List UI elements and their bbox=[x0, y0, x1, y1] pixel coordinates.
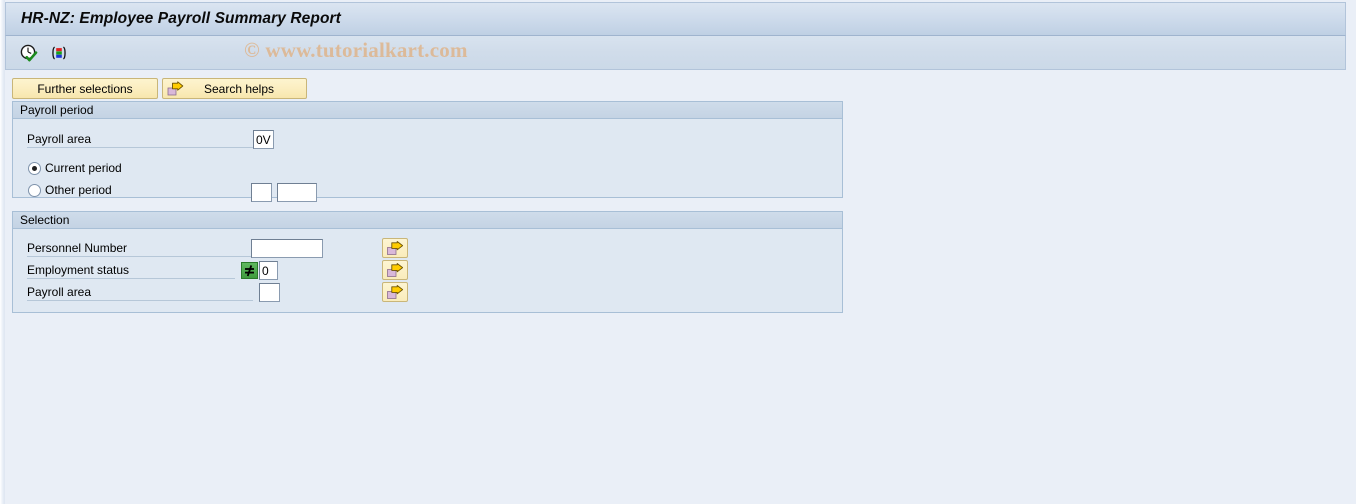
employment-status-input[interactable] bbox=[259, 261, 278, 280]
payroll-period-group: Payroll period Payroll area Current peri… bbox=[12, 101, 843, 202]
other-period-radio[interactable] bbox=[28, 183, 41, 197]
further-selections-label: Further selections bbox=[37, 81, 133, 96]
other-period-input-2[interactable] bbox=[277, 183, 317, 202]
selection-group-title: Selection bbox=[20, 213, 70, 227]
page-title: HR-NZ: Employee Payroll Summary Report bbox=[21, 10, 341, 27]
employment-status-label: Employment status bbox=[27, 262, 235, 279]
variant-selection-icon[interactable] bbox=[48, 42, 70, 64]
employment-status-operator-button[interactable] bbox=[241, 262, 258, 279]
selection-payroll-area-label: Payroll area bbox=[27, 284, 253, 301]
current-period-radio-row[interactable]: Current period bbox=[28, 161, 122, 175]
selection-button-row: Further selections Search helps bbox=[12, 78, 307, 99]
payroll-period-group-title: Payroll period bbox=[20, 103, 94, 117]
table-row: Payroll area bbox=[27, 284, 253, 301]
further-selections-button[interactable]: Further selections bbox=[12, 78, 158, 99]
payroll-area-input[interactable] bbox=[253, 130, 274, 149]
application-toolbar bbox=[5, 36, 1346, 70]
multiple-selection-arrow-icon bbox=[386, 284, 404, 300]
multiple-selection-arrow-icon bbox=[386, 262, 404, 278]
payroll-period-group-header: Payroll period bbox=[13, 102, 842, 119]
selection-payroll-area-multiple-selection-button[interactable] bbox=[382, 282, 408, 302]
current-period-radio[interactable] bbox=[28, 161, 41, 175]
payroll-area-label: Payroll area bbox=[27, 131, 253, 148]
current-period-label: Current period bbox=[45, 161, 122, 175]
search-helps-button[interactable]: Search helps bbox=[162, 78, 307, 99]
table-row: Employment status bbox=[27, 262, 235, 279]
personnel-number-input[interactable] bbox=[251, 239, 323, 258]
search-helps-arrow-icon bbox=[163, 80, 184, 97]
search-helps-label: Search helps bbox=[203, 81, 275, 96]
table-row: Personnel Number bbox=[27, 240, 253, 257]
selection-group-header: Selection bbox=[13, 212, 842, 229]
window-title-bar: HR-NZ: Employee Payroll Summary Report bbox=[5, 2, 1346, 36]
selection-payroll-area-input[interactable] bbox=[259, 283, 280, 302]
other-period-label: Other period bbox=[45, 183, 112, 197]
selection-group: Selection Personnel Number Employment st… bbox=[12, 211, 843, 313]
employment-status-multiple-selection-button[interactable] bbox=[382, 260, 408, 280]
execute-clock-check-icon[interactable] bbox=[18, 42, 40, 64]
payroll-area-row: Payroll area bbox=[27, 131, 253, 148]
personnel-number-multiple-selection-button[interactable] bbox=[382, 238, 408, 258]
personnel-number-label: Personnel Number bbox=[27, 240, 253, 257]
other-period-radio-row[interactable]: Other period bbox=[28, 183, 112, 197]
left-edge-strip bbox=[0, 0, 5, 504]
multiple-selection-arrow-icon bbox=[386, 240, 404, 256]
other-period-input-1[interactable] bbox=[251, 183, 272, 202]
